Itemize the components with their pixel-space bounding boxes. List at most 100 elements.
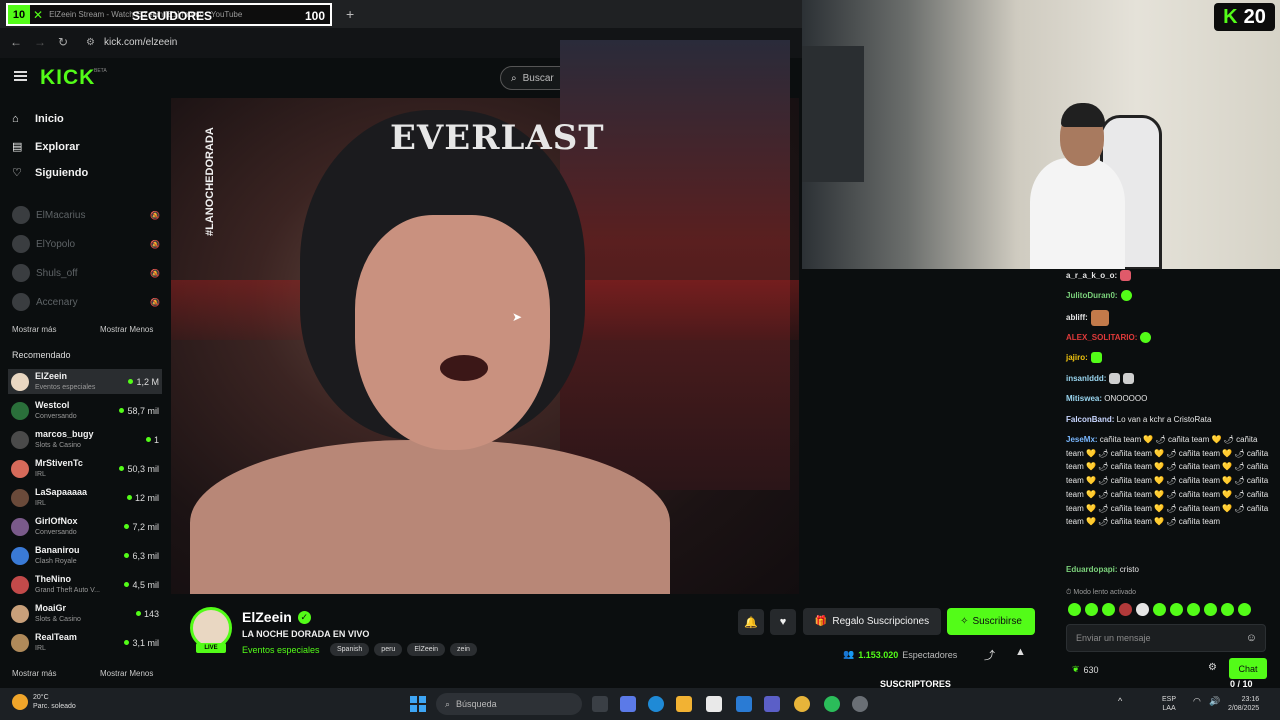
following-channel[interactable]: ElMacarius 🔕 [12, 206, 160, 224]
notification-bell-button[interactable]: 🔔 [738, 609, 764, 635]
chat-username[interactable]: Eduardopapi: [1066, 565, 1118, 574]
copilot-icon[interactable] [620, 696, 636, 712]
task-view-icon[interactable] [592, 696, 608, 712]
stream-category-link[interactable]: Eventos especiales [242, 645, 320, 655]
chrome-browser-icon[interactable] [794, 696, 810, 712]
hamburger-menu-icon[interactable] [14, 71, 27, 81]
emote-button[interactable] [1119, 603, 1132, 616]
chat-message: FalconBand: Lo van a kchr a CristoRata [1066, 413, 1271, 427]
points-value: 630 [1083, 664, 1099, 675]
recommended-channel[interactable]: MrStivenTc IRL 50,3 mil [8, 456, 162, 481]
whatsapp-icon[interactable] [824, 696, 840, 712]
webcam-streamer-body [1030, 158, 1125, 269]
show-less-recommended-button[interactable]: Mostrar Menos [100, 669, 153, 678]
gift-subs-button[interactable]: 🎁 Regalo Suscripciones [803, 608, 941, 635]
file-explorer-icon[interactable] [676, 696, 692, 712]
new-tab-button[interactable]: + [346, 6, 354, 22]
teams-icon[interactable] [764, 696, 780, 712]
emote-button[interactable] [1221, 603, 1234, 616]
recommended-channel[interactable]: Westcol Conversando 58,7 mil [8, 398, 162, 423]
heart-icon: ♥ [779, 616, 787, 628]
url-field[interactable]: kick.com/elzeein [104, 37, 177, 48]
tag-chip[interactable]: Spanish [330, 643, 370, 656]
browser-tab[interactable]: 10 ✕ ElZeein Stream - Watch ElZeein [E1]… [6, 3, 332, 26]
emote-button[interactable] [1204, 603, 1217, 616]
chat-message-input[interactable]: Enviar un mensaje ☺ [1066, 624, 1266, 652]
emote-button[interactable] [1085, 603, 1098, 616]
chat-username[interactable]: JeseMx: [1066, 435, 1098, 444]
recommended-channel[interactable]: Bananirou Clash Royale 6,3 mil [8, 543, 162, 568]
sidebar-item-siguiendo[interactable]: ♡ Siguiendo [12, 166, 88, 180]
emote-button[interactable] [1187, 603, 1200, 616]
following-channel[interactable]: Shuls_off 🔕 [12, 264, 160, 282]
obs-icon[interactable] [852, 696, 868, 712]
chat-username[interactable]: Mitiswea: [1066, 394, 1102, 403]
weather-widget[interactable]: 20°C Parc. soleado [12, 693, 76, 711]
chat-username[interactable]: ALEX_SOLITARIO: [1066, 333, 1137, 342]
emoji-picker-icon[interactable]: ☺ [1246, 632, 1257, 644]
emote-button[interactable] [1153, 603, 1166, 616]
recommended-channel[interactable]: LaSapaaaaa IRL 12 mil [8, 485, 162, 510]
forward-icon[interactable]: → [34, 35, 46, 49]
points-leaf-icon: ❦ [1072, 664, 1080, 674]
site-info-icon[interactable]: ⚙ [86, 37, 95, 48]
chat-username[interactable]: JulitoDuran0: [1066, 291, 1118, 300]
show-more-button[interactable]: Mostrar más [12, 325, 56, 334]
tag-chip[interactable]: zein [450, 643, 477, 656]
back-icon[interactable]: ← [10, 35, 22, 49]
recommended-channel[interactable]: marcos_bugy Slots & Casino 1 [8, 427, 162, 452]
chat-username[interactable]: a_r_a_k_o_o: [1066, 271, 1117, 280]
lang-secondary: LAA [1162, 705, 1176, 712]
chat-username[interactable]: jajiro: [1066, 353, 1088, 362]
store-icon[interactable] [706, 696, 722, 712]
streamer-name[interactable]: ElZeein ✓ [242, 609, 311, 625]
sidebar-item-inicio[interactable]: ⌂ Inicio [12, 113, 64, 125]
avatar [11, 430, 29, 449]
chat-username[interactable]: FalconBand: [1066, 415, 1114, 424]
recommended-channel[interactable]: RealTeam IRL 3,1 mil [8, 630, 162, 655]
edge-browser-icon[interactable] [648, 696, 664, 712]
emote-button[interactable] [1068, 603, 1081, 616]
recommended-channel[interactable]: MoaiGr Slots & Casino 143 [8, 601, 162, 626]
keyboard-language[interactable]: ESP LAA [1162, 695, 1176, 713]
kick-logo[interactable]: KICK [40, 66, 95, 90]
volume-icon[interactable]: 🔊 [1209, 697, 1220, 706]
search-placeholder: Buscar [522, 72, 554, 84]
following-channel[interactable]: Accenary 🔕 [12, 293, 160, 311]
chat-username[interactable]: abliff: [1066, 313, 1088, 322]
show-less-button[interactable]: Mostrar Menos [100, 325, 153, 334]
subscribe-button[interactable]: ✧ Suscribirse [947, 608, 1035, 635]
wifi-icon[interactable]: ◠ [1193, 697, 1201, 706]
following-channel[interactable]: ElYopolo 🔕 [12, 235, 160, 253]
clock[interactable]: 23:16 2/08/2025 [1228, 695, 1259, 713]
tag-chip[interactable]: peru [374, 643, 403, 656]
sidebar-item-explorar[interactable]: ▤ Explorar [12, 140, 80, 154]
reload-icon[interactable]: ↻ [58, 35, 68, 49]
taskbar-search-placeholder: Búsqueda [456, 699, 497, 709]
emote-button[interactable] [1102, 603, 1115, 616]
viewer-count: 143 [143, 608, 159, 619]
channel-name: ElZeein [35, 370, 68, 381]
emote-button[interactable] [1136, 603, 1149, 616]
show-more-recommended-button[interactable]: Mostrar más [12, 669, 56, 678]
chat-message: Eduardopapi: cristo [1066, 563, 1271, 577]
share-icon[interactable]: ⤴ [984, 647, 995, 663]
chat-username[interactable]: insanlddd: [1066, 374, 1106, 383]
recommended-channel[interactable]: ElZeein Eventos especiales 1,2 M [8, 369, 162, 394]
chat-settings-gear-icon[interactable]: ⚙ [1208, 662, 1217, 673]
recommended-channel[interactable]: TheNino Grand Theft Auto V... 4,5 mil [8, 572, 162, 597]
follow-heart-button[interactable]: ♥ [770, 609, 796, 635]
tray-chevron-icon[interactable]: ^ [1118, 697, 1122, 706]
report-warning-icon[interactable]: ▲ [1015, 646, 1026, 658]
channel-points[interactable]: ❦ 630 [1072, 664, 1099, 675]
taskbar-search[interactable]: ⌕ Búsqueda [436, 693, 582, 715]
tag-chip[interactable]: ElZeein [407, 643, 446, 656]
mail-icon[interactable] [736, 696, 752, 712]
windows-start-icon[interactable] [410, 696, 426, 712]
recommended-channel[interactable]: GirlOfNox Conversando 7,2 mil [8, 514, 162, 539]
send-chat-button[interactable]: Chat [1229, 658, 1267, 679]
sidebar-item-label: Explorar [35, 140, 80, 153]
offline-bell-icon: 🔕 [150, 297, 160, 307]
emote-button[interactable] [1170, 603, 1183, 616]
emote-button[interactable] [1238, 603, 1251, 616]
